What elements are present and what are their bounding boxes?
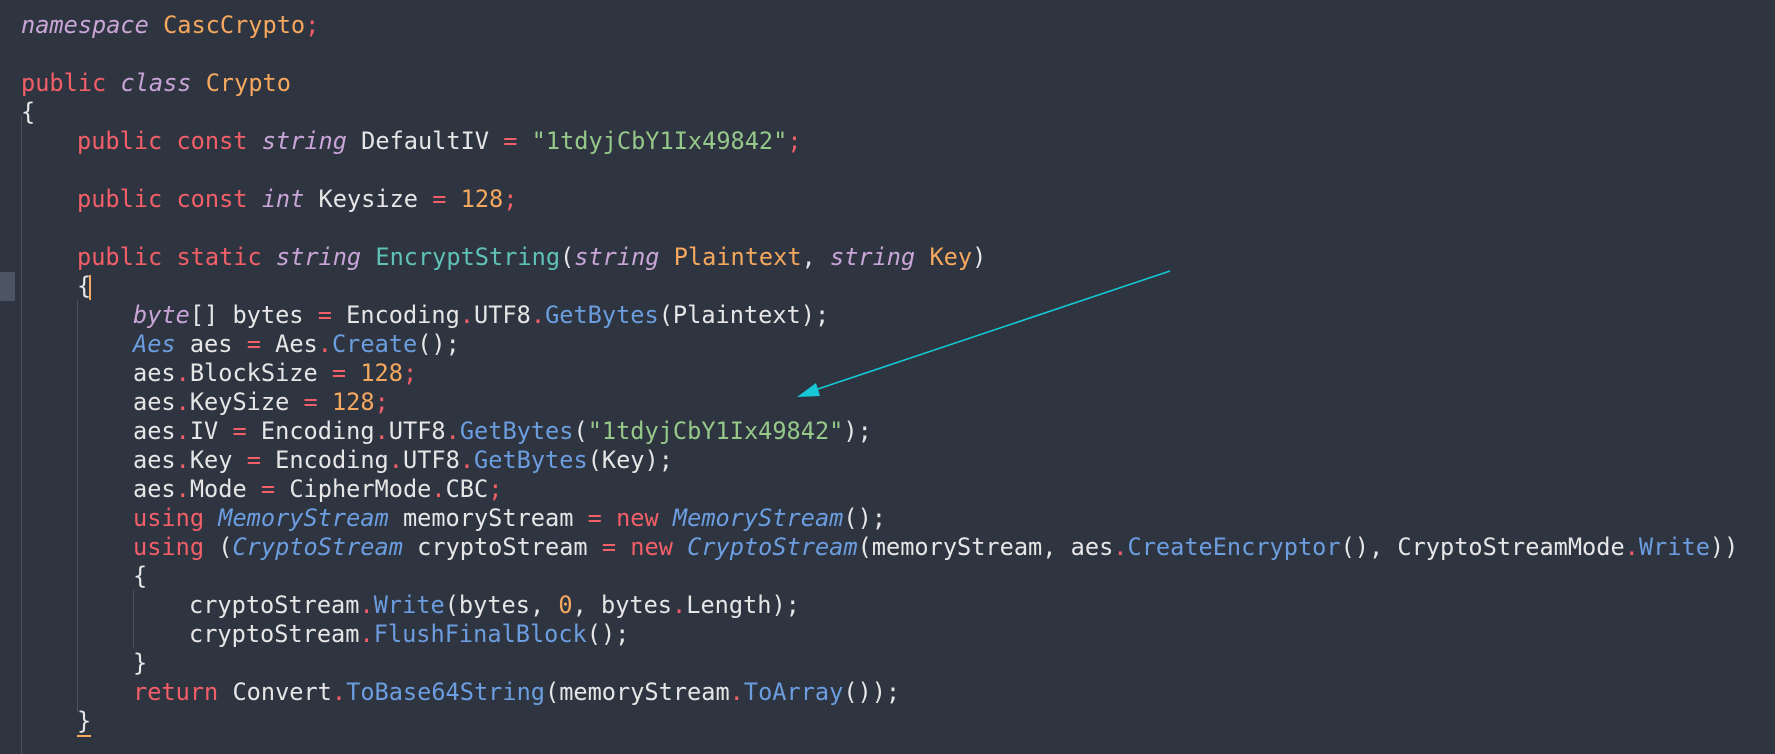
code-editor[interactable]: namespace CascCrypto; public class Crypt…: [0, 0, 1775, 754]
annotation-arrow: [797, 270, 1171, 397]
annotation-arrow-head: [797, 383, 820, 397]
annotation-arrow-line: [811, 270, 1171, 392]
